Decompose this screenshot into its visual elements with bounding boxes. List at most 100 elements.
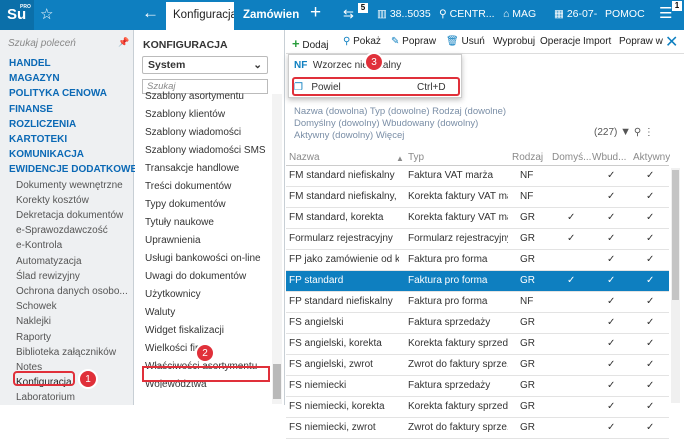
config-list-item[interactable]: Treści dokumentów xyxy=(142,178,272,196)
sidebar-item[interactable]: Ochrona danych osobo... xyxy=(16,286,128,297)
table-row[interactable]: FM standard niefiskalny, k... Korekta fak… xyxy=(286,187,669,208)
favorites-star-icon[interactable]: ☆ xyxy=(40,5,53,23)
table-row[interactable]: FP standard niefiskalny Faktura pro forma… xyxy=(286,292,669,313)
config-category-select[interactable]: System ⌄ xyxy=(142,56,268,74)
edit-in-menu[interactable]: Popraw w xyxy=(619,36,663,47)
close-icon[interactable]: ✕ xyxy=(665,32,678,52)
table-row[interactable]: FS niemiecki Faktura sprzedaży GR ✓ ✓ xyxy=(286,376,669,397)
cell-kind: GR xyxy=(520,254,535,265)
sidebar-item[interactable]: Ślad rewizyjny xyxy=(16,271,80,282)
pin-icon[interactable]: 📌 xyxy=(118,37,129,48)
sidebar-item[interactable]: Dokumenty wewnętrzne xyxy=(16,180,123,191)
config-list-item[interactable]: Szablony wiadomości SMS xyxy=(142,142,272,160)
col-active[interactable]: Aktywny xyxy=(633,152,670,163)
sidebar-item[interactable]: ROZLICZENIA xyxy=(9,119,76,130)
col-type[interactable]: Typ xyxy=(408,152,424,163)
config-list-item[interactable]: Uwagi do dokumentów xyxy=(142,268,272,286)
cell-type: Faktura sprzedaży xyxy=(408,317,491,328)
pencil-icon: ✎ xyxy=(391,36,400,47)
config-list-item[interactable]: Typy dokumentów xyxy=(142,196,272,214)
account-selector[interactable]: ▥ 38..5035 xyxy=(377,8,431,20)
sidebar-item[interactable]: POLITYKA CENOWA xyxy=(9,88,107,99)
cell-active: ✓ xyxy=(646,422,655,433)
add-button[interactable]: + Dodaj xyxy=(292,36,329,51)
table-row[interactable]: FM standard, korekta Korekta faktury VAT … xyxy=(286,208,669,229)
filter-icon[interactable]: ▼ xyxy=(620,126,631,138)
sidebar-item[interactable]: e-Kontrola xyxy=(16,240,62,251)
config-list-scrollbar[interactable] xyxy=(272,94,282,404)
cell-name: Formularz rejestracyjny xyxy=(289,233,393,244)
tab-zamowienia[interactable]: Zamówieni xyxy=(238,2,300,30)
import-menu[interactable]: Import xyxy=(583,36,611,47)
table-row[interactable]: Formularz rejestracyjny Formularz rejestr… xyxy=(286,229,669,250)
delete-button[interactable]: 🗑 Usuń xyxy=(446,36,485,47)
sidebar-item[interactable]: Korekty kosztów xyxy=(16,195,89,206)
hamburger-menu-icon[interactable]: ☰ xyxy=(659,4,672,22)
table-scrollbar[interactable] xyxy=(671,168,680,403)
sidebar-item[interactable]: MAGAZYN xyxy=(9,73,60,84)
warehouse-label: MAG xyxy=(512,8,537,20)
table-row[interactable]: FS angielski, zwrot Zwrot do faktury sprz… xyxy=(286,355,669,376)
show-button[interactable]: ⚲ Pokaż xyxy=(343,36,381,47)
sidebar-item[interactable]: Raporty xyxy=(16,332,51,343)
table-scrollbar-thumb[interactable] xyxy=(672,170,679,300)
sidebar-item[interactable]: KOMUNIKACJA xyxy=(9,149,84,160)
sidebar-item[interactable]: KARTOTEKI xyxy=(9,134,67,145)
date-selector[interactable]: ▦ 26-07- xyxy=(554,8,597,20)
table-row[interactable]: FS niemiecki, zwrot Zwrot do faktury sprz… xyxy=(286,418,669,439)
sidebar-item[interactable]: EWIDENCJE DODATKOWE xyxy=(9,164,137,175)
sidebar-item[interactable]: Automatyzacja xyxy=(16,256,82,267)
app-logo[interactable]: Su PRO xyxy=(0,0,34,30)
back-arrow-icon[interactable]: ← xyxy=(142,3,159,23)
sidebar-item[interactable]: Naklejki xyxy=(16,316,51,327)
cell-name: FP jako zamówienie od klie... xyxy=(289,254,399,265)
edit-button[interactable]: ✎ Popraw xyxy=(391,36,436,47)
search-icon[interactable]: ⚲ xyxy=(634,127,641,138)
sidebar-item[interactable]: HANDEL xyxy=(9,58,51,69)
sidebar-item[interactable]: e-Sprawozdawczość xyxy=(16,225,108,236)
new-tab-plus-icon[interactable]: + xyxy=(310,2,321,24)
sidebar-item[interactable]: Biblioteka załączników xyxy=(16,347,116,358)
filter-line-1[interactable]: Nazwa (dowolna) Typ (dowolne) Rodzaj (do… xyxy=(294,106,506,118)
config-list-item[interactable]: Szablony asortymentu xyxy=(142,88,272,106)
config-list-item[interactable]: Waluty xyxy=(142,304,272,322)
warehouse-selector[interactable]: ⌂ MAG xyxy=(503,8,536,20)
cell-active: ✓ xyxy=(646,275,655,286)
sidebar-item[interactable]: FINANSE xyxy=(9,104,53,115)
table-row[interactable]: FS niemiecki, korekta Korekta faktury spr… xyxy=(286,397,669,418)
config-list-item[interactable]: Szablony klientów xyxy=(142,106,272,124)
help-button[interactable]: POMOC xyxy=(605,8,645,20)
notifications-icon[interactable]: ⇆ xyxy=(343,6,354,22)
config-list-item[interactable]: Usługi bankowości on-line xyxy=(142,250,272,268)
sidebar-search-input[interactable]: Szukaj poleceń xyxy=(8,38,76,49)
tab-konfiguracja[interactable]: Konfiguracja xyxy=(166,2,234,30)
chevron-down-icon: ⌄ xyxy=(253,59,262,71)
sidebar-item[interactable]: Laboratorium xyxy=(16,392,75,403)
table-row[interactable]: FM standard niefiskalny Faktura VAT marża… xyxy=(286,166,669,187)
sidebar-item[interactable]: Dekretacja dokumentów xyxy=(16,210,123,221)
config-list-item[interactable]: Widget fiskalizacji xyxy=(142,322,272,340)
table-row[interactable]: FS angielski Faktura sprzedaży GR ✓ ✓ xyxy=(286,313,669,334)
table-row[interactable]: FS angielski, korekta Korekta faktury spr… xyxy=(286,334,669,355)
col-kind[interactable]: Rodzaj xyxy=(512,152,543,163)
filter-line-3[interactable]: Aktywny (dowolny) Więcej xyxy=(294,130,506,142)
more-icon[interactable]: ⋮ xyxy=(644,127,654,138)
try-button[interactable]: Wyprobuj xyxy=(493,36,535,47)
col-name[interactable]: Nazwa xyxy=(289,152,320,163)
config-list-item[interactable]: Transakcje handlowe xyxy=(142,160,272,178)
operations-menu[interactable]: Operacje xyxy=(540,36,581,47)
table-row[interactable]: FP standard Faktura pro forma GR ✓ ✓ ✓ xyxy=(286,271,669,292)
col-default[interactable]: Domyś... xyxy=(552,152,591,163)
config-list-item[interactable]: Tytuły naukowe xyxy=(142,214,272,232)
table-row[interactable]: FP jako zamówienie od klie... Faktura pro… xyxy=(286,250,669,271)
config-list-item[interactable]: Szablony wiadomości xyxy=(142,124,272,142)
center-selector[interactable]: ⚲ CENTR... xyxy=(439,8,495,20)
scrollbar-thumb[interactable] xyxy=(273,364,281,399)
dropdown-item-nonfiscal[interactable]: NF Wzorzec niefiskalny xyxy=(294,60,401,71)
filter-line-2[interactable]: Domyślny (dowolny) Wbudowany (dowolny) xyxy=(294,118,506,130)
config-list-item[interactable]: Uprawnienia xyxy=(142,232,272,250)
config-list-item[interactable]: Użytkownicy xyxy=(142,286,272,304)
col-builtin[interactable]: Wbud... xyxy=(592,152,626,163)
sidebar-item[interactable]: Schowek xyxy=(16,301,57,312)
top-bar: Su PRO ☆ ← Konfiguracja Zamówieni + ⇆ 5 ▥… xyxy=(0,0,684,30)
